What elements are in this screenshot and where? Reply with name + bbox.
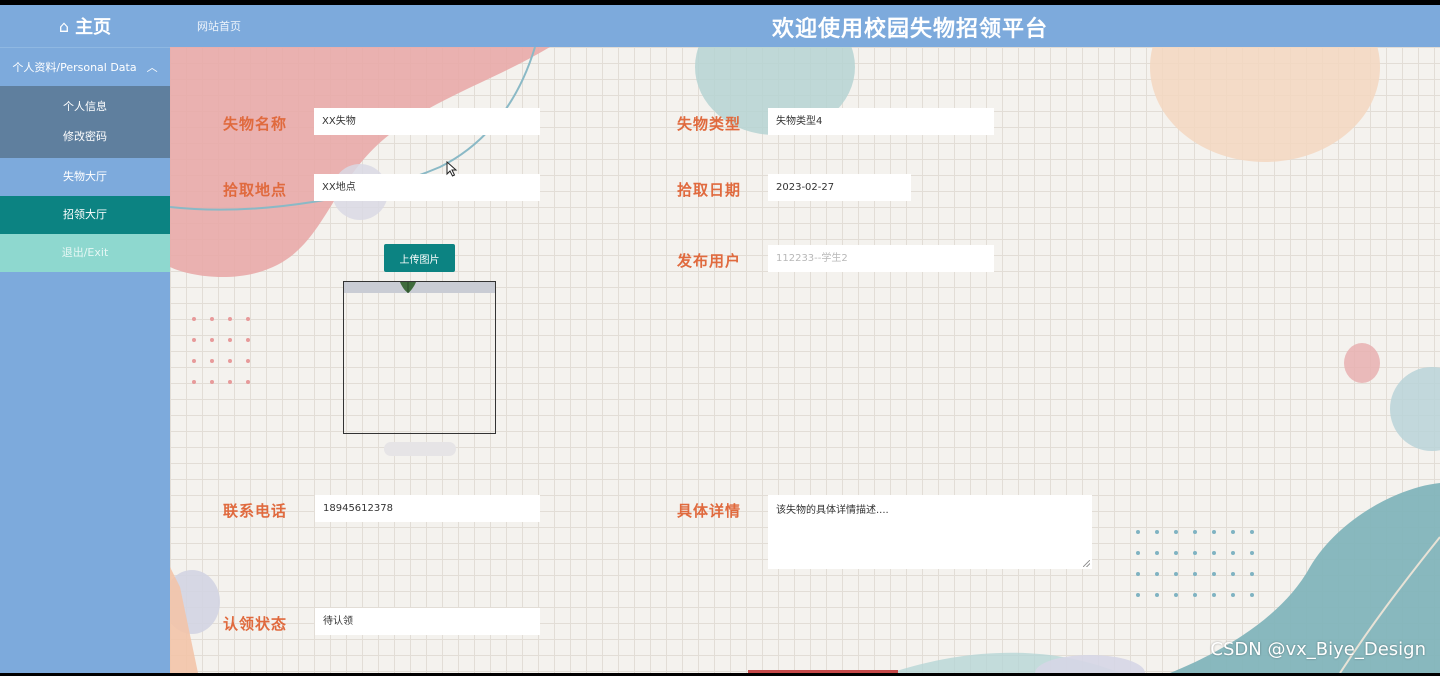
status-label: 认领状态 [223,615,288,633]
date-label: 拾取日期 [677,181,742,199]
page-title: 欢迎使用校园失物招领平台 [771,17,1048,42]
name-label: 失物名称 [223,115,288,133]
place-field[interactable]: XX地点 [314,174,540,201]
main-content: 失物名称 XX失物 失物类型 失物类型4 拾取地点 XX地点 拾取日期 2023… [170,47,1440,673]
mouse-cursor-icon [446,161,458,177]
name-field[interactable]: XX失物 [314,108,540,135]
phone-label: 联系电话 [223,502,288,520]
sidebar-item-personal-info[interactable]: 个人信息 [0,92,170,122]
detail-text: 该失物的具体详情描述.... [776,505,889,516]
phone-field[interactable]: 18945612378 [315,495,540,522]
place-label: 拾取地点 [223,181,288,199]
detail-textarea[interactable]: 该失物的具体详情描述.... [768,495,1092,569]
detail-label: 具体详情 [677,502,742,520]
upload-image-button[interactable]: 上传图片 [384,244,455,272]
bottom-button-edge [748,670,898,673]
top-bar: ⌂ 主页 网站首页 欢迎使用校园失物招领平台 [0,5,1440,47]
publisher-label: 发布用户 [677,252,742,270]
type-field[interactable]: 失物类型4 [768,108,994,135]
status-field[interactable]: 待认领 [315,608,540,635]
app-frame: ⌂ 主页 网站首页 欢迎使用校园失物招领平台 个人资料/Personal Dat… [0,5,1440,673]
sidebar-group-label: 个人资料/Personal Data [12,61,137,74]
home-icon: ⌂ [58,16,70,36]
image-preview-shadow [384,442,456,456]
watermark: CSDN @vx_Biye_Design [1210,639,1426,660]
site-home-link[interactable]: 网站首页 [197,18,241,34]
home-link[interactable]: ⌂ 主页 [0,5,170,47]
plant-icon [400,282,416,293]
type-label: 失物类型 [677,115,742,133]
sidebar: 个人资料/Personal Data ︿ 个人信息 修改密码 失物大厅 招领大厅… [0,47,170,673]
image-preview-strip [344,282,495,293]
image-preview [343,281,496,434]
sidebar-item-lost-hall[interactable]: 失物大厅 [0,158,170,196]
sidebar-group-personal-data[interactable]: 个人资料/Personal Data ︿ [0,47,170,86]
sidebar-item-change-password[interactable]: 修改密码 [0,122,170,152]
publisher-field[interactable]: 112233--学生2 [768,245,994,272]
home-label: 主页 [75,17,112,38]
date-field[interactable]: 2023-02-27 [768,174,911,201]
resize-handle-icon[interactable] [1083,560,1090,567]
sidebar-submenu: 个人信息 修改密码 [0,86,170,158]
sidebar-item-found-hall[interactable]: 招领大厅 [0,196,170,234]
sidebar-item-exit[interactable]: 退出/Exit [0,234,170,272]
chevron-up-icon: ︿ [146,61,158,74]
